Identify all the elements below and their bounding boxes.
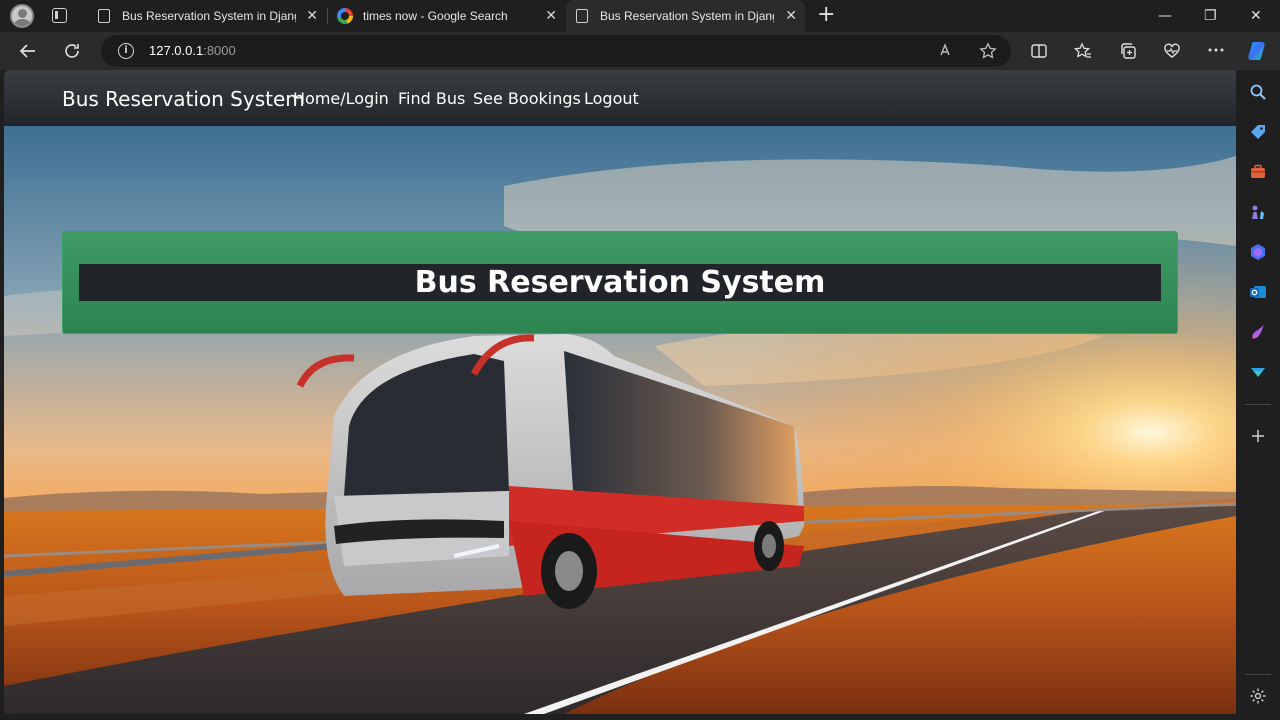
close-tab-icon[interactable]: ✕ — [545, 8, 557, 22]
hero-title-bar: Bus Reservation System — [79, 264, 1161, 301]
page-viewport: Bus Reservation System Home/Login Find B… — [4, 70, 1236, 714]
google-icon — [337, 8, 353, 24]
sidebar-divider — [1245, 404, 1271, 405]
tab-label: Bus Reservation System in Django — [600, 9, 774, 23]
profile-avatar-icon[interactable] — [10, 4, 34, 28]
read-aloud-icon[interactable] — [939, 42, 955, 62]
tab-strip: Bus Reservation System in Django ✕ times… — [0, 0, 1280, 32]
page-icon — [576, 9, 588, 23]
close-tab-icon[interactable]: ✕ — [785, 8, 797, 22]
shopping-tag-icon[interactable] — [1249, 123, 1267, 141]
address-bar[interactable]: i 127.0.0.1:8000 — [101, 35, 1011, 67]
new-tab-button[interactable]: + — [817, 4, 835, 26]
nav-home-login[interactable]: Home/Login — [293, 89, 389, 108]
back-arrow-icon[interactable] — [19, 42, 37, 64]
close-tab-icon[interactable]: ✕ — [306, 8, 318, 22]
favorite-star-icon[interactable] — [979, 42, 997, 64]
site-info-icon[interactable]: i — [118, 43, 134, 59]
edge-sidebar — [1236, 70, 1280, 720]
minimize-button[interactable]: — — [1158, 8, 1172, 24]
tab-bus-reservation-active[interactable]: Bus Reservation System in Django ✕ — [566, 0, 805, 32]
url-text[interactable]: 127.0.0.1:8000 — [149, 43, 236, 58]
games-chess-icon[interactable] — [1249, 203, 1267, 221]
restore-button[interactable]: ❐ — [1204, 8, 1217, 24]
outlook-icon[interactable] — [1249, 283, 1267, 301]
refresh-icon[interactable] — [63, 42, 81, 64]
copilot-sidebar-icon[interactable] — [1249, 243, 1267, 261]
tab-google-search[interactable]: times now - Google Search ✕ — [327, 0, 565, 32]
designer-icon[interactable] — [1249, 323, 1267, 341]
split-screen-icon[interactable] — [1030, 42, 1048, 64]
copilot-icon[interactable] — [1246, 40, 1268, 66]
page-icon — [98, 9, 110, 23]
sidebar-settings-gear-icon[interactable] — [1249, 687, 1267, 705]
tools-briefcase-icon[interactable] — [1249, 163, 1267, 181]
bus-on-highway-illustration — [4, 126, 1236, 714]
tab-label: Bus Reservation System in Django — [122, 9, 296, 23]
browser-toolbar: i 127.0.0.1:8000 — [0, 32, 1280, 70]
hero-background-image: Bus Reservation System — [4, 126, 1236, 714]
close-window-button[interactable]: ✕ — [1250, 8, 1262, 24]
drop-send-icon[interactable] — [1249, 363, 1267, 381]
add-sidebar-app-icon[interactable] — [1249, 427, 1267, 445]
search-icon[interactable] — [1249, 83, 1267, 101]
hero-banner: Bus Reservation System — [62, 231, 1178, 334]
tab-bus-reservation-1[interactable]: Bus Reservation System in Django ✕ — [88, 0, 326, 32]
hero-title: Bus Reservation System — [414, 265, 826, 300]
nav-logout[interactable]: Logout — [584, 89, 639, 108]
browser-essentials-icon[interactable] — [1163, 42, 1181, 64]
more-options-icon[interactable] — [1207, 40, 1225, 62]
collections-icon[interactable] — [1119, 42, 1137, 64]
tab-actions-icon[interactable] — [52, 8, 67, 23]
nav-find-bus[interactable]: Find Bus — [398, 89, 465, 108]
navbar-brand[interactable]: Bus Reservation System — [62, 87, 305, 111]
site-navbar: Bus Reservation System Home/Login Find B… — [4, 70, 1236, 126]
tab-label: times now - Google Search — [363, 9, 508, 23]
nav-see-bookings[interactable]: See Bookings — [473, 89, 581, 108]
sidebar-divider — [1245, 674, 1271, 675]
favorites-icon[interactable] — [1073, 42, 1092, 64]
